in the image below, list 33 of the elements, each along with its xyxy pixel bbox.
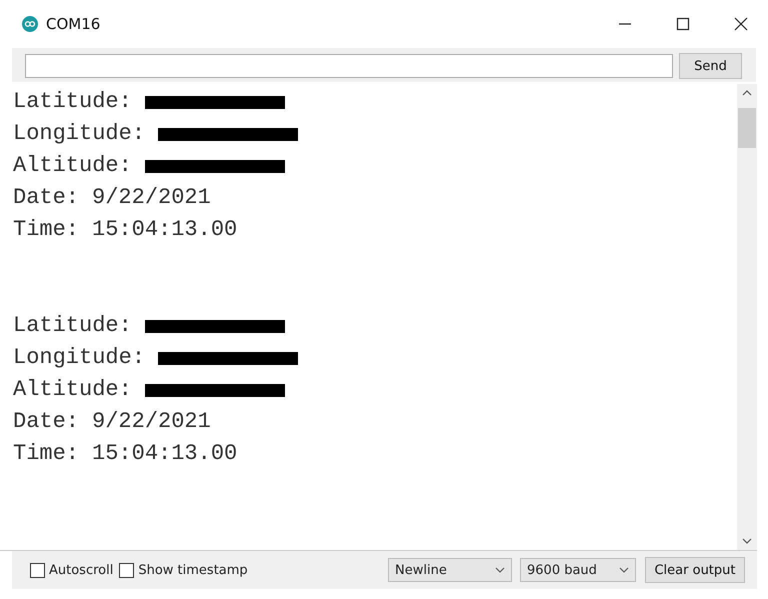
output-value: 15:04:13.00 — [92, 216, 238, 244]
checkbox-label[interactable]: Show timestamp — [138, 562, 248, 578]
maximize-icon[interactable] — [676, 17, 690, 31]
output-value: 9/22/2021 — [92, 408, 211, 436]
output-label: Latitude: — [13, 312, 132, 340]
scrollbar-thumb[interactable] — [738, 108, 756, 148]
scroll-down-icon[interactable] — [742, 538, 752, 544]
checkbox[interactable] — [30, 562, 45, 578]
baud-rate-dropdown[interactable]: 9600 baud — [520, 558, 636, 582]
vertical-scrollbar[interactable] — [737, 84, 757, 550]
caret-icon — [619, 567, 629, 573]
checkbox[interactable] — [119, 562, 134, 578]
output-label: Longitude: — [13, 120, 146, 148]
close-icon[interactable] — [734, 17, 748, 31]
line-ending-dropdown[interactable]: Newline — [388, 558, 512, 582]
message-input-field[interactable] — [25, 54, 673, 78]
caret-icon — [495, 567, 505, 573]
output-label: Date: — [13, 408, 80, 436]
output-label: Latitude: — [13, 88, 132, 116]
output-label: Date: — [13, 184, 80, 212]
output-label: Altitude: — [13, 376, 132, 404]
output-label: Time: — [13, 216, 80, 244]
output-value: 15:04:13.00 — [92, 440, 238, 468]
output-label: Altitude: — [13, 152, 132, 180]
output-label: Longitude: — [13, 344, 146, 372]
output-label: Time: — [13, 440, 80, 468]
scroll-up-icon[interactable] — [742, 90, 752, 96]
send-button[interactable]: Send — [679, 53, 742, 79]
output-value: 9/22/2021 — [92, 184, 211, 212]
window-title: COM16 — [46, 15, 100, 33]
clear-output-button[interactable]: Clear output — [645, 557, 745, 583]
checkbox-label[interactable]: Autoscroll — [49, 562, 114, 578]
app-logo-icon — [22, 16, 38, 32]
